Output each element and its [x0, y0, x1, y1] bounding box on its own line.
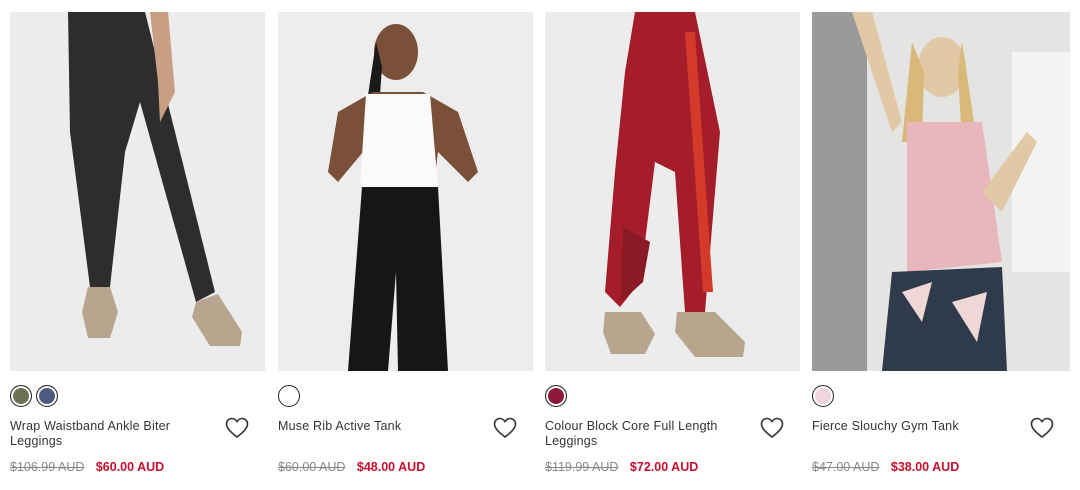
sale-price: $48.00 AUD: [356, 460, 426, 474]
color-swatch-khaki[interactable]: [10, 385, 32, 407]
color-swatches: [812, 385, 834, 409]
color-swatches: [278, 385, 300, 409]
original-price: $47.00 AUD: [812, 460, 880, 474]
white-tank-photo: [278, 12, 533, 371]
product-image[interactable]: [545, 12, 800, 371]
color-swatches: [545, 385, 567, 409]
red-leggings-photo: [545, 12, 800, 371]
product-prices: $47.00 AUD $38.00 AUD: [812, 460, 959, 474]
original-price: $119.99 AUD: [545, 460, 619, 474]
original-price: $60.00 AUD: [278, 460, 346, 474]
color-swatch-white[interactable]: [278, 385, 300, 407]
product-card: Fierce Slouchy Gym Tank $47.00 AUD $38.0…: [812, 12, 1070, 482]
sale-price: $72.00 AUD: [629, 460, 699, 474]
heart-icon[interactable]: [1030, 417, 1054, 439]
color-swatches: [10, 385, 58, 409]
product-name[interactable]: Fierce Slouchy Gym Tank: [812, 419, 1012, 434]
product-name[interactable]: Colour Block Core Full Length Leggings: [545, 419, 745, 449]
product-image[interactable]: [812, 12, 1070, 371]
black-leggings-photo: [10, 12, 265, 371]
product-prices: $119.99 AUD $72.00 AUD: [545, 460, 698, 474]
heart-icon[interactable]: [493, 417, 517, 439]
product-prices: $106.99 AUD $60.00 AUD: [10, 460, 164, 474]
product-name[interactable]: Muse Rib Active Tank: [278, 419, 478, 434]
product-card: Colour Block Core Full Length Leggings $…: [545, 12, 800, 482]
product-image[interactable]: [10, 12, 265, 371]
product-card: Wrap Waistband Ankle Biter Leggings $106…: [10, 12, 265, 482]
color-swatch-burgundy[interactable]: [545, 385, 567, 407]
pink-tank-photo: [812, 12, 1070, 371]
product-name[interactable]: Wrap Waistband Ankle Biter Leggings: [10, 419, 210, 449]
product-grid: Wrap Waistband Ankle Biter Leggings $106…: [0, 0, 1080, 490]
color-swatch-pink[interactable]: [812, 385, 834, 407]
original-price: $106.99 AUD: [10, 460, 85, 474]
color-swatch-navy[interactable]: [36, 385, 58, 407]
sale-price: $60.00 AUD: [95, 460, 165, 474]
sale-price: $38.00 AUD: [890, 460, 960, 474]
heart-icon[interactable]: [225, 417, 249, 439]
product-image[interactable]: [278, 12, 533, 371]
product-prices: $60.00 AUD $48.00 AUD: [278, 460, 425, 474]
product-card: Muse Rib Active Tank $60.00 AUD $48.00 A…: [278, 12, 533, 482]
heart-icon[interactable]: [760, 417, 784, 439]
